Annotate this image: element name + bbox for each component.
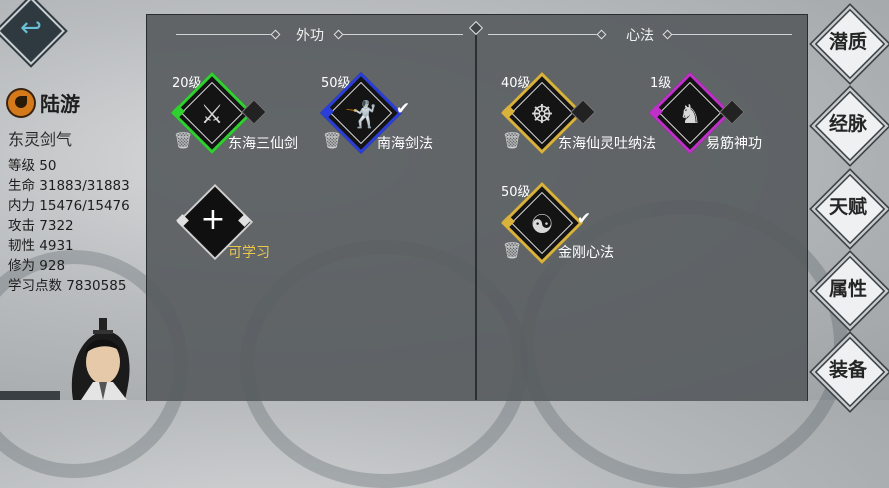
back-button[interactable]: ↩ <box>0 0 65 65</box>
inner-skills-title: 心法 <box>626 28 654 44</box>
skill-name: 东海三仙剑 <box>228 136 298 152</box>
tab-label: 属性 <box>828 278 867 300</box>
header-line-left <box>176 34 276 35</box>
stat-level: 等级 50 <box>8 158 57 174</box>
stat-attack: 攻击 7322 <box>8 218 74 234</box>
character-header: 陆游 <box>8 88 80 117</box>
plus-icon: + <box>200 202 226 237</box>
tab-label: 经脉 <box>828 113 867 135</box>
tab-meridians[interactable]: 经脉 <box>814 90 886 162</box>
character-portrait <box>71 318 130 400</box>
swordsman-figure-icon: ⚔ <box>200 100 224 130</box>
skill-level: 1级 <box>650 76 672 91</box>
stat-cultivation: 修为 928 <box>8 258 66 274</box>
martial-skills-title: 外功 <box>296 28 324 44</box>
panel-divider <box>475 26 477 400</box>
stat-hp: 生命 31883/31883 <box>8 178 130 194</box>
bottom-tab-fragment[interactable] <box>0 391 60 400</box>
trash-icon[interactable]: 🗑 <box>502 131 522 151</box>
tab-label: 装备 <box>828 359 867 381</box>
character-stats: 等级 50 生命 31883/31883 内力 15476/15476 攻击 7… <box>8 156 130 296</box>
skill-name: 东海仙灵吐纳法 <box>558 136 656 152</box>
tab-label: 天赋 <box>828 196 867 218</box>
trash-icon[interactable]: 🗑 <box>502 241 522 261</box>
trash-icon[interactable]: 🗑 <box>173 131 193 151</box>
tab-talent[interactable]: 天赋 <box>814 173 886 245</box>
monk-figure-icon: ♞ <box>678 100 702 130</box>
tab-potential[interactable]: 潜质 <box>814 8 886 80</box>
skill-name: 南海剑法 <box>377 136 433 152</box>
equipped-check-icon[interactable]: ✔ <box>394 99 412 119</box>
stat-mp: 内力 15476/15476 <box>8 198 130 214</box>
trash-icon[interactable]: 🗑 <box>322 131 342 151</box>
learnable-label[interactable]: 可学习 <box>228 242 270 262</box>
skills-panel <box>146 14 808 401</box>
stat-learning-points: 学习点数 7830585 <box>8 278 127 294</box>
tab-label: 潜质 <box>828 31 867 53</box>
skill-name: 金刚心法 <box>558 245 614 261</box>
sect-emblem-icon <box>8 89 34 116</box>
header-line-left <box>488 34 600 35</box>
buddha-figure-icon: ☯ <box>530 210 554 240</box>
header-line-right <box>672 34 792 35</box>
sword-dancer-icon: 🤺 <box>344 100 378 130</box>
meditating-figure-icon: ☸ <box>530 100 554 130</box>
tab-equipment[interactable]: 装备 <box>814 336 886 408</box>
stat-toughness: 韧性 4931 <box>8 238 74 254</box>
tab-attributes[interactable]: 属性 <box>814 255 886 327</box>
equipped-check-icon[interactable]: ✔ <box>575 209 593 229</box>
back-arrow-icon: ↩ <box>20 13 42 44</box>
skill-name: 易筋神功 <box>706 136 762 152</box>
header-line-right <box>343 34 463 35</box>
character-sect: 东灵剑气 <box>8 130 73 149</box>
character-name: 陆游 <box>40 92 80 116</box>
